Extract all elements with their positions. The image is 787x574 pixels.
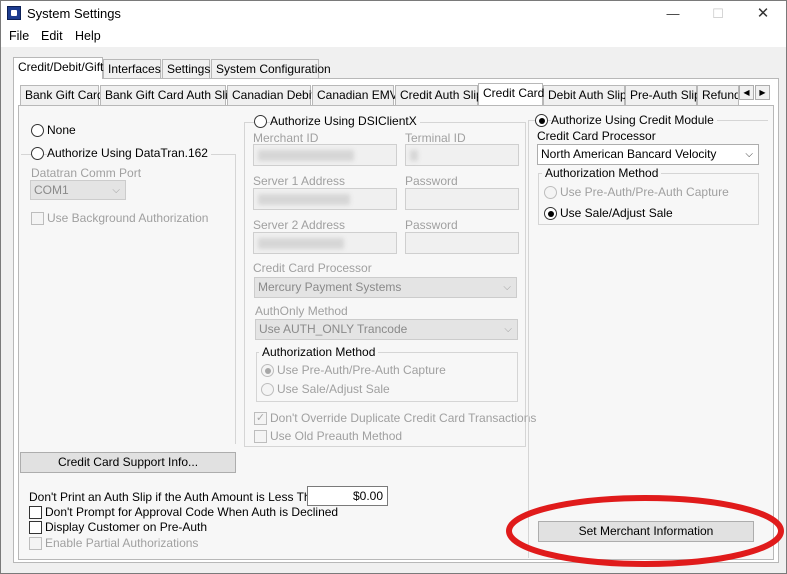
right-processor-select[interactable]: North American Bancard Velocity ⌵ bbox=[537, 144, 759, 165]
credit-module-label: Authorize Using Credit Module bbox=[551, 113, 717, 127]
auth-amount-input[interactable]: $0.00 bbox=[307, 486, 388, 506]
right-processor-label: Credit Card Processor bbox=[537, 129, 656, 143]
subtab-credit-card[interactable]: Credit Card bbox=[478, 83, 544, 105]
close-icon[interactable]: ✕ bbox=[741, 1, 785, 27]
right-preauth-radio[interactable] bbox=[544, 186, 557, 199]
middle-processor-select[interactable]: Mercury Payment Systems ⌵ bbox=[254, 277, 517, 298]
middle-sale-radio[interactable] bbox=[261, 383, 274, 396]
menu-file[interactable]: File bbox=[9, 29, 29, 43]
credit-card-support-info-button[interactable]: Credit Card Support Info... bbox=[20, 452, 236, 473]
none-radio[interactable] bbox=[31, 124, 44, 137]
right-sale-radio[interactable] bbox=[544, 207, 557, 220]
tab-scroll-left-icon[interactable]: ◀ bbox=[739, 85, 754, 100]
background-auth-checkbox[interactable] bbox=[31, 212, 44, 225]
tab-system-configuration[interactable]: System Configuration bbox=[211, 59, 331, 79]
subtab-refund[interactable]: Refund bbox=[697, 85, 739, 105]
server1-field[interactable] bbox=[253, 188, 397, 210]
tab-settings[interactable]: Settings bbox=[162, 59, 210, 79]
comm-port-value: COM1 bbox=[34, 183, 69, 197]
server2-label: Server 2 Address bbox=[253, 218, 346, 232]
middle-sale-label: Use Sale/Adjust Sale bbox=[277, 382, 390, 396]
partial-auth-label: Enable Partial Authorizations bbox=[45, 536, 199, 550]
password1-label: Password bbox=[405, 174, 458, 188]
menu-help[interactable]: Help bbox=[75, 29, 101, 43]
middle-processor-label: Credit Card Processor bbox=[253, 261, 372, 275]
dont-prompt-label: Don't Prompt for Approval Code When Auth… bbox=[45, 505, 339, 519]
maximize-icon[interactable]: ☐ bbox=[696, 1, 740, 27]
dont-override-label: Don't Override Duplicate Credit Card Tra… bbox=[270, 411, 537, 425]
partial-auth-checkbox[interactable] bbox=[29, 537, 42, 550]
middle-auth-method-title: Authorization Method bbox=[259, 345, 379, 359]
server1-label: Server 1 Address bbox=[253, 174, 346, 188]
middle-preauth-label: Use Pre-Auth/Pre-Auth Capture bbox=[277, 363, 446, 377]
middle-preauth-radio[interactable] bbox=[261, 364, 274, 377]
background-auth-label: Use Background Authorization bbox=[47, 211, 209, 225]
right-processor-value: North American Bancard Velocity bbox=[541, 147, 717, 161]
system-settings-window: System Settings — ☐ ✕ File Edit Help Cre… bbox=[0, 0, 787, 574]
subtab-canadian-debit[interactable]: Canadian Debit bbox=[227, 85, 315, 105]
chevron-down-icon: ⌵ bbox=[503, 282, 511, 293]
datatran-label: Authorize Using DataTran.162 bbox=[47, 146, 211, 160]
authonly-label: AuthOnly Method bbox=[255, 304, 348, 318]
window-title: System Settings bbox=[27, 6, 121, 21]
dsiclientx-radio[interactable] bbox=[254, 115, 267, 128]
tab-interfaces[interactable]: Interfaces bbox=[103, 59, 161, 79]
old-preauth-checkbox[interactable] bbox=[254, 430, 267, 443]
password2-label: Password bbox=[405, 218, 458, 232]
subtab-credit-auth-slip[interactable]: Credit Auth Slip bbox=[395, 85, 483, 105]
subtab-canadian-emv[interactable]: Canadian EMV bbox=[312, 85, 398, 105]
password2-field[interactable] bbox=[405, 232, 519, 254]
subtab-pre-auth-slip[interactable]: Pre-Auth Slip bbox=[625, 85, 701, 105]
highlight-ellipse bbox=[506, 495, 784, 567]
subtab-bank-gift-card-auth-slip[interactable]: Bank Gift Card Auth Slip bbox=[100, 85, 234, 105]
credit-module-radio[interactable] bbox=[535, 114, 548, 127]
menu-edit[interactable]: Edit bbox=[41, 29, 63, 43]
terminal-id-field[interactable] bbox=[405, 144, 519, 166]
app-icon bbox=[7, 6, 21, 20]
comm-port-select[interactable]: COM1 ⌵ bbox=[30, 180, 126, 200]
display-customer-checkbox[interactable] bbox=[29, 521, 42, 534]
minimize-icon[interactable]: — bbox=[651, 1, 695, 27]
old-preauth-label: Use Old Preauth Method bbox=[270, 429, 403, 443]
right-preauth-label: Use Pre-Auth/Pre-Auth Capture bbox=[560, 185, 729, 199]
right-sale-label: Use Sale/Adjust Sale bbox=[560, 206, 673, 220]
subtab-debit-auth-slip[interactable]: Debit Auth Slip bbox=[543, 85, 627, 105]
subtab-bank-gift-card[interactable]: Bank Gift Card bbox=[20, 85, 104, 105]
menu-bar: File Edit Help bbox=[1, 27, 786, 47]
title-bar: System Settings — ☐ ✕ bbox=[1, 1, 786, 27]
right-auth-method-title: Authorization Method bbox=[542, 166, 662, 180]
comm-port-label: Datatran Comm Port bbox=[31, 166, 142, 180]
chevron-down-icon: ⌵ bbox=[112, 185, 120, 196]
chevron-down-icon: ⌵ bbox=[504, 324, 512, 335]
dont-print-label: Don't Print an Auth Slip if the Auth Amo… bbox=[29, 490, 324, 504]
middle-processor-value: Mercury Payment Systems bbox=[258, 280, 402, 294]
merchant-id-label: Merchant ID bbox=[253, 131, 319, 145]
authonly-select[interactable]: Use AUTH_ONLY Trancode ⌵ bbox=[255, 319, 518, 340]
password1-field[interactable] bbox=[405, 188, 519, 210]
merchant-id-field[interactable] bbox=[253, 144, 397, 166]
tab-credit-debit-gift[interactable]: Credit/Debit/Gift bbox=[13, 57, 103, 79]
terminal-id-label: Terminal ID bbox=[405, 131, 466, 145]
server2-field[interactable] bbox=[253, 232, 397, 254]
authonly-value: Use AUTH_ONLY Trancode bbox=[259, 322, 408, 336]
dont-prompt-checkbox[interactable] bbox=[29, 506, 42, 519]
dont-override-checkbox[interactable]: ✓ bbox=[254, 412, 267, 425]
tab-scroll-right-icon[interactable]: ▶ bbox=[755, 85, 770, 100]
none-label: None bbox=[47, 123, 76, 137]
datatran-radio[interactable] bbox=[31, 147, 44, 160]
chevron-down-icon: ⌵ bbox=[745, 149, 753, 160]
display-customer-label: Display Customer on Pre-Auth bbox=[45, 520, 208, 534]
dsiclientx-label: Authorize Using DSIClientX bbox=[270, 114, 420, 128]
